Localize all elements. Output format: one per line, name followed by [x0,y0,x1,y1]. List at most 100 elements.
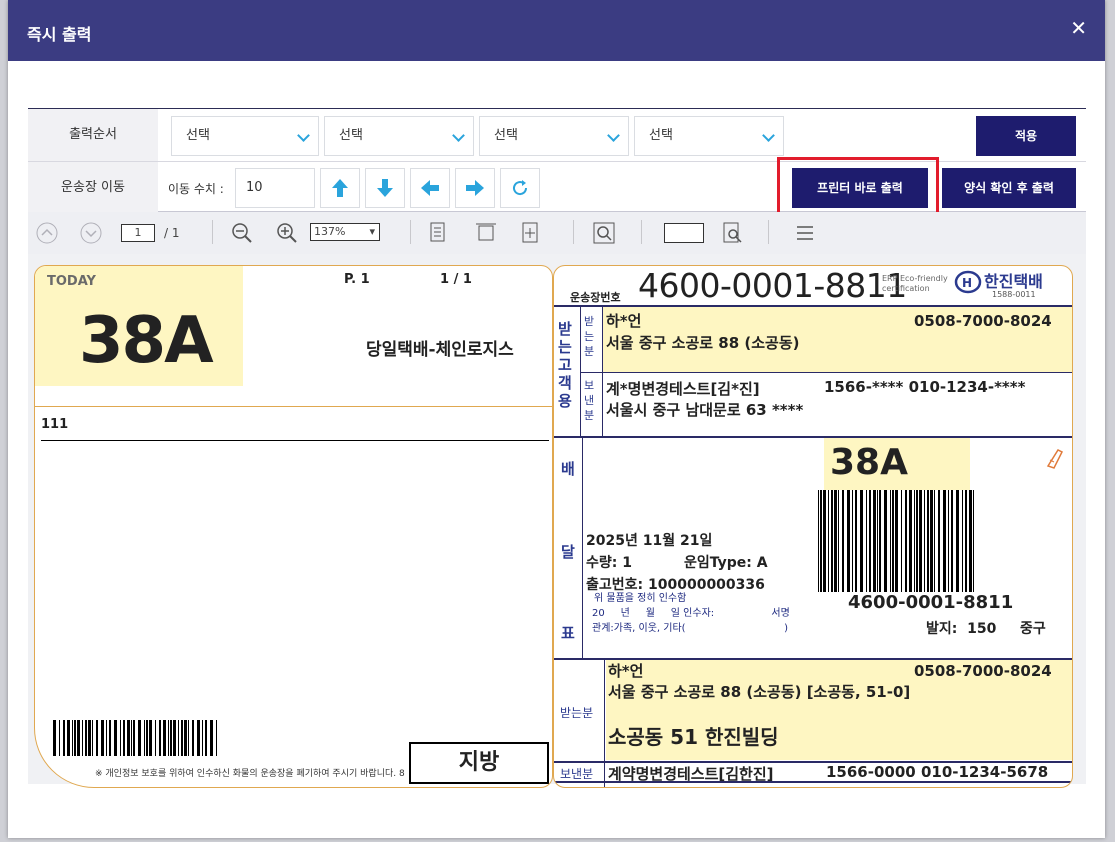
bottom-receiver-address: 서울 중구 소공로 88 (소공동) [소공동, 51-0] [608,683,911,701]
page-number-input[interactable]: 1 [121,224,155,242]
sender-address: 서울시 중구 남대문로 63 **** [606,401,804,419]
privacy-notice: ※ 개인정보 보호를 위하여 인수하신 화물의 운송장을 폐기하여 주시기 바랍… [95,769,405,779]
move-down-button[interactable] [365,168,405,208]
print-order-label: 출력순서 [28,109,158,161]
find-next-icon[interactable] [722,222,744,244]
divider [604,660,605,787]
apply-button[interactable]: 적용 [976,116,1076,156]
waybill-number-label: 운송장번호 [570,291,621,304]
barcode-bar [82,720,83,756]
barcode-bar [72,720,73,756]
menu-icon[interactable] [795,222,817,244]
move-amount-input[interactable]: 10 [235,168,315,208]
next-page-icon[interactable] [80,222,102,244]
receiver-name: 하*언 [606,312,642,330]
barcode-bar [178,720,179,756]
barcode-bar [919,490,922,592]
barcode-bar [96,720,98,756]
barcode-bar [197,720,200,756]
memo-text: 111 [41,417,69,432]
barcode-bar [956,490,959,592]
brand-name: 한진택배 [984,272,1043,291]
highlight-box [777,157,939,216]
main-barcode [818,490,978,592]
barcode-bar [144,720,145,756]
move-left-button[interactable] [410,168,450,208]
order-select-1[interactable]: 선택 [171,116,319,156]
barcode-bar [909,490,912,592]
divider [410,220,411,244]
order-select-4[interactable]: 선택 [634,116,784,156]
barcode-bar [934,490,935,592]
barcode-bar [59,720,60,756]
reset-button[interactable] [500,168,540,208]
delivery-date: 2025년 11월 21일 [586,533,713,549]
barcode-bar [77,720,80,756]
bottom-sender-phones: 1566-0000 010-1234-5678 [826,763,1049,781]
delivery-col-3: 표 [561,624,575,642]
barcode-bar [901,490,902,592]
bottom-building: 소공동 51 한진빌딩 [608,725,779,749]
divider [573,220,574,244]
arrow-left-icon [421,180,439,196]
arrow-up-icon [332,179,348,197]
order-select-3[interactable]: 선택 [479,116,629,156]
barcode-bar [869,490,871,592]
barcode-bar [847,490,850,592]
barcode-bar [951,490,953,592]
brand-phone: 1588-0011 [992,290,1036,299]
order-select-2[interactable]: 선택 [324,116,474,156]
divider [35,406,552,407]
barcode-bar [127,720,130,756]
move-up-button[interactable] [320,168,360,208]
zoom-value: 137% [314,225,346,238]
svg-text:H: H [962,276,972,290]
dialog-title: 즉시 출력 [27,25,92,44]
receipt-line-1: 위 물품을 정히 인수함 [594,593,687,604]
bottom-receiver-name: 하*언 [608,662,644,680]
barcode-bar [818,490,819,592]
barcode-bar [67,720,70,756]
instant-print-dialog: 즉시 출력 ✕ 출력순서 선택 선택 선택 선택 적용 운송장 이동 이동 수치… [8,0,1105,838]
barcode-bar [916,490,918,592]
barcode-bar [85,720,87,756]
print-preview-button[interactable]: 양식 확인 후 출력 [942,168,1076,208]
barcode-bar [879,490,881,592]
small-barcode [53,720,223,758]
zoom-select[interactable]: 137% ▾ [310,223,380,241]
fit-width-icon[interactable] [475,222,497,244]
chevron-down-icon [452,129,465,142]
barcode-bar [170,720,172,756]
divider [212,220,213,244]
barcode-bar [109,720,111,756]
fit-page-icon[interactable] [428,222,450,244]
arrow-down-icon [377,179,393,197]
actual-size-icon[interactable] [520,222,542,244]
chevron-down-icon [607,129,620,142]
barcode-bar [877,490,878,592]
zoom-in-icon[interactable] [276,222,298,244]
waybill-number: 4600-0001-8811 [638,266,907,305]
bottom-sender: 계약명변경테스트[김한진] [608,765,774,783]
receiver-phone: 0508-7000-8024 [914,312,1052,330]
prev-page-icon[interactable] [36,222,58,244]
barcode-bar [890,490,891,592]
find-text-input[interactable] [664,223,704,243]
delivery-col-1: 배 [561,460,575,478]
zoom-out-icon[interactable] [231,222,253,244]
barcode-bar [866,490,867,592]
waybill-left-section: TODAY 38A P. 1 1 / 1 당일택배-체인로지스 111 ※ 개인… [34,265,553,788]
barcode-bar [852,490,853,592]
move-right-button[interactable] [455,168,495,208]
barcode-number: 4600-0001-8811 [848,592,1014,613]
search-icon[interactable] [593,222,615,244]
bottom-receiver-label: 받는분 [560,706,594,720]
barcode-bar [159,720,161,756]
close-icon[interactable]: ✕ [1070,16,1087,40]
chevron-down-icon [297,129,310,142]
origin-code: 발지: 150 [926,621,997,637]
divider [41,440,549,441]
sort-code-right: 38A [830,442,908,483]
district: 중구 [1020,621,1046,637]
divider [554,436,1072,438]
